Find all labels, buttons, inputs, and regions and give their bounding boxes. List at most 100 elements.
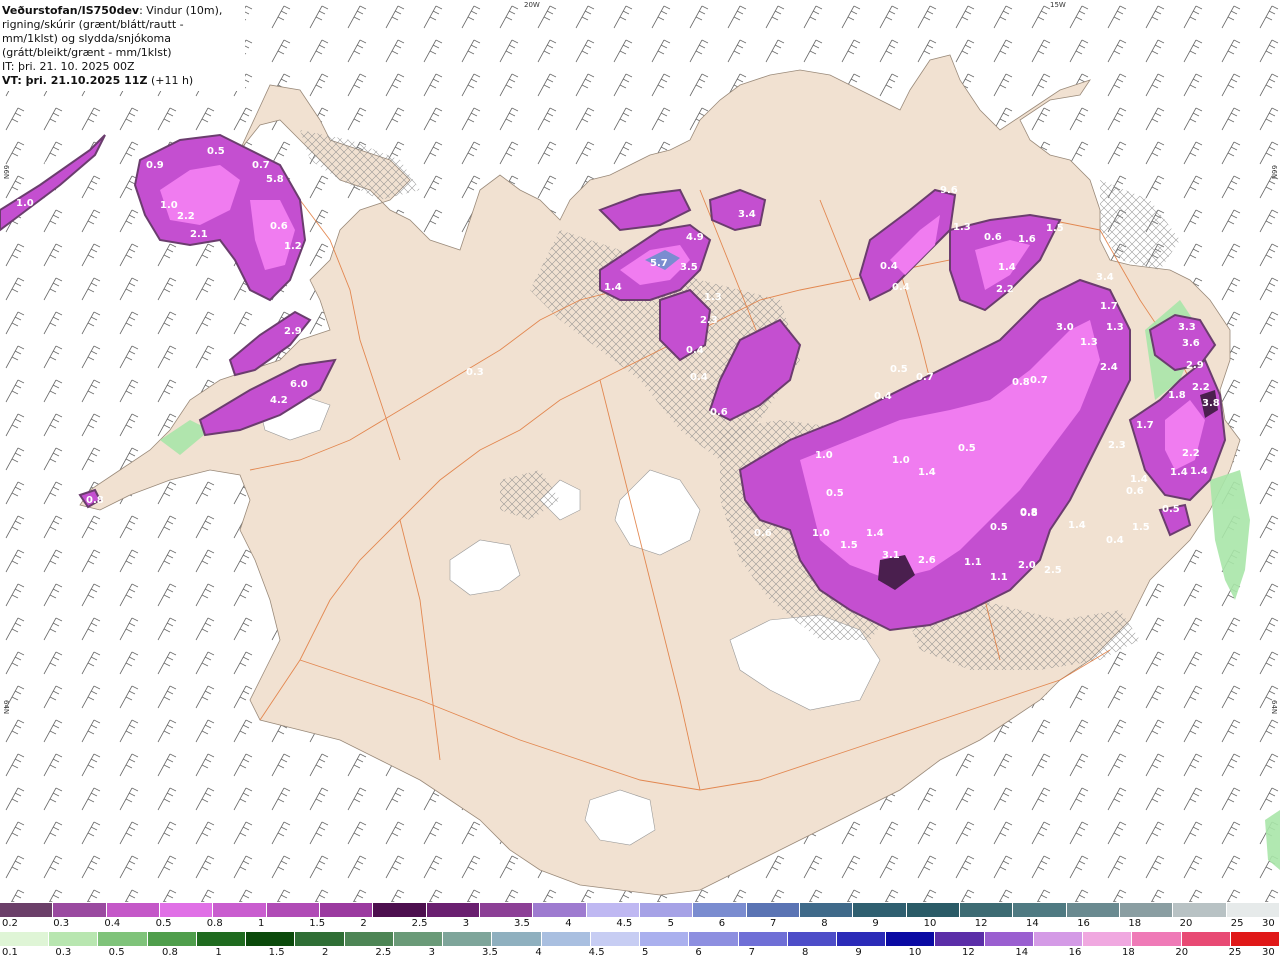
map-title-box: Veðurstofan/IS750dev: Vindur (10m), rign… [0,0,245,91]
precip-label: 2.1 [190,229,208,240]
precip-label: 1.1 [990,572,1008,583]
colorbar-snow-tick: 18 [1128,918,1142,929]
colorbar-rain-tick: 5 [642,947,649,958]
valid-offset: (+11 h) [150,74,194,87]
colorbar-rain [0,932,1280,946]
precip-label: 4.9 [686,232,704,243]
colorbar-rain-tick: 2.5 [375,947,392,958]
precip-label: 2.3 [700,315,718,326]
precip-label: 1.0 [812,528,830,539]
colorbar-snow-tick: 5 [667,918,674,929]
colorbar-snow-tick: 0.2 [2,918,18,929]
colorbar-snow-cell [1066,903,1120,917]
colorbar-rain-cell [886,932,936,946]
colorbar-snow-cell [639,903,694,917]
precip-label: 0.5 [958,443,976,454]
precip-label: 1.7 [1136,420,1154,431]
coord-right-64n: 64N [1270,700,1278,715]
precip-label: 6.0 [290,379,308,390]
precip-label: 0.6 [984,232,1002,243]
precip-label: 3.4 [738,209,756,220]
colorbar-snow-cell [319,903,374,917]
colorbar-rain-tick: 14 [1015,947,1029,958]
precip-label: 0.7 [252,160,270,171]
coord-top-20w: 20W [524,1,540,9]
coord-right-66n: 66N [1270,165,1278,180]
precip-label: 1.0 [160,200,178,211]
colorbar-snow-tick: 3.5 [514,918,530,929]
precip-label: 1.3 [704,292,722,303]
precip-label: 0.5 [990,522,1008,533]
precip-label: 9.6 [940,185,958,196]
colorbar-rain-tick: 20 [1175,947,1189,958]
colorbar-snow-tick: 14 [1026,918,1039,929]
precip-label: 0.5 [826,488,844,499]
precip-label: 1.3 [1080,337,1098,348]
colorbar-rain-cell [49,932,99,946]
precip-label: 1.4 [998,262,1016,273]
precip-label: 2.5 [1044,565,1062,576]
precip-label: 3.8 [1202,398,1220,409]
precip-label: 0.9 [146,160,164,171]
colorbar-rain-tick: 6 [695,947,702,958]
colorbar-snow-cell [959,903,1014,917]
colorbar-snow-cell [586,903,640,917]
precip-label: 5.8 [266,174,284,185]
colorbar-rain-tick: 8 [802,947,809,958]
colorbar-rain-tick: 3.5 [482,947,498,958]
precip-label: 0.8 [1012,377,1030,388]
colorbar-rain-tick: 0.3 [55,947,72,958]
precip-label: 1.4 [866,528,884,539]
coord-left-66n: 66N [2,165,10,180]
colorbar-snow-cell [1226,903,1280,917]
colorbar-rain-cell [1132,932,1182,946]
precip-label: 5.7 [650,258,668,269]
colorbar-rain-tick: 10 [908,947,922,958]
colorbar-rain-tick: 7 [748,947,756,958]
precip-label: 0.5 [890,364,908,375]
colorbar-rain-cell [98,932,148,946]
colorbar-rain-cell [787,932,837,946]
colorbar-snow-cell [479,903,534,917]
precip-label: 1.7 [1100,301,1118,312]
colorbar-rain-cell [246,932,296,946]
colorbar-rain-cell [689,932,739,946]
precip-label: 2.3 [1108,440,1126,451]
colorbar-snow-cell [693,903,747,917]
precip-label: 2.4 [1100,362,1118,373]
precip-label: 1.4 [918,467,936,478]
weather-map: 0.6 1.0 0.9 0.5 1.0 2.2 2.1 0.7 5.8 0.6 … [0,0,1280,902]
precip-label: 4.2 [270,395,288,406]
colorbar-rain-cell [1230,932,1280,946]
colorbar-rain-cell [492,932,542,946]
colorbar-rain-tick: 4 [535,947,542,958]
precip-label: 0.6 [710,407,728,418]
precip-label: 3.0 [1056,322,1074,333]
precip-label: 1.4 [604,282,622,293]
colorbar-snow-cell [1013,903,1067,917]
precip-label: 3.3 [1178,322,1196,333]
colorbar-snow-cell [0,903,54,917]
colorbar-rain-tick: 1 [215,947,222,958]
colorbar-rain-tick: 18 [1122,947,1135,958]
coord-top-15w: 15W [1050,1,1066,9]
precip-label: 0.6 [1126,486,1144,497]
precip-label: 1.4 [1068,520,1086,531]
precip-label: 1.5 [840,540,858,551]
colorbar-rain-cell [738,932,788,946]
colorbar-rain-tick: 12 [962,947,975,958]
precip-label: 0.5 [207,146,225,157]
precip-label: 1.0 [892,455,910,466]
colorbar-snow-cell [906,903,960,917]
colorbar-snow-tick: 4.5 [616,918,633,929]
colorbar-rain-tick: 0.1 [2,947,18,958]
precip-label: 3.4 [1096,272,1114,283]
colorbar-rain-cell [935,932,985,946]
precip-label: 2.9 [284,326,302,337]
colorbar-rain-cell [541,932,591,946]
colorbar-rain-cell [295,932,345,946]
precip-label: 1.0 [16,198,34,209]
precip-label: 0.8 [1020,508,1038,519]
colorbar-snow-cell [1119,903,1174,917]
colorbar-snow-tick: 25 [1230,918,1244,929]
